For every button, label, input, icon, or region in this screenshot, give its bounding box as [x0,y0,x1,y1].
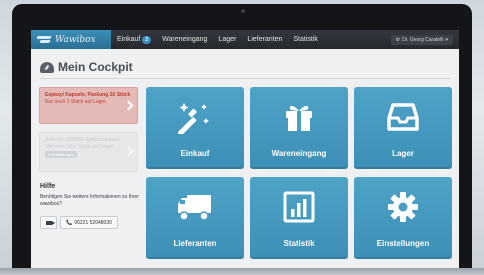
tile-einkauf[interactable]: Einkauf [146,87,244,169]
help-title: Hilfe [40,183,56,190]
caret-down-icon: ▾ [445,36,448,43]
gear-icon [388,192,418,222]
alert-text-value: Nur noch 10er Stück auf Lager. [45,144,115,150]
video-call-button[interactable] [40,216,57,229]
nav-item-wareneingang[interactable]: Wareneingang [162,36,207,43]
tile-wareneingang[interactable]: Wareneingang [250,87,348,169]
tile-label: Wareneingang [271,149,327,158]
gear-icon: ⚙ [395,36,401,43]
dashboard-gauge-icon [40,61,54,73]
camera [241,9,245,13]
nav-item-statistik[interactable]: Statistik [293,36,318,43]
stock-alert-card-faded[interactable]: Artikelnr. 1/00000 Spritzenspitzen Nur n… [39,132,138,172]
tile-statistik[interactable]: Statistik [250,177,348,259]
page-title: Mein Cockpit [58,60,133,74]
inbox-tray-icon [387,103,419,131]
nav-item-lieferanten[interactable]: Lieferanten [247,36,282,43]
divider [40,78,451,79]
nav-item-einkauf[interactable]: Einkauf 2 [117,35,152,44]
user-menu-button[interactable]: ⚙ Dr. Georg Caratelli ▾ [390,34,453,45]
magic-wand-icon [178,103,209,134]
tile-lager[interactable]: Lager [354,87,452,169]
tile-label: Lager [392,149,414,158]
page-header: Mein Cockpit [40,60,133,74]
brand-name: Wawibox [55,34,96,45]
top-nav: Wawibox Einkauf 2 Wareneingang Lager Lie… [31,30,459,49]
desk-surface [0,268,484,275]
user-name: Dr. Georg Caratelli [402,36,444,43]
bar-chart-icon [283,191,315,223]
phone-button[interactable]: 📞 06221 52048030 [60,216,118,229]
tile-einstellungen[interactable]: Einstellungen [354,177,452,259]
orders-tag: 4 Bestellungen [45,151,78,158]
help-actions: 📞 06221 52048030 [40,216,118,229]
brand-logo[interactable]: Wawibox [31,30,111,49]
tile-label: Einstellungen [376,239,430,248]
help-text: Benötigen Sie weitere Informationen zu I… [40,194,139,207]
phone-number: 06221 52048030 [74,219,112,226]
truck-icon [178,195,211,221]
alert-text: Nur noch 1 Stück auf Lager. [45,99,107,105]
tile-label: Lieferanten [173,239,217,248]
phone-icon: 📞 [66,219,73,226]
alert-title: Artikelnr. 1/00000 Spritzenspitzen [45,137,120,143]
gift-icon [286,105,312,131]
nav-item-label: Einkauf [117,36,141,43]
app-screen: Wawibox Einkauf 2 Wareneingang Lager Lie… [31,30,459,275]
video-camera-icon [45,220,55,225]
tile-label: Einkauf [180,149,210,158]
alert-text: Nur noch 10er Stück auf Lager. 4 Bestell… [45,144,132,159]
logo-icon [37,35,51,44]
alert-title: Espasyl Kapseln, Packung 20 Stück [45,92,131,98]
nav-badge: 2 [142,35,152,44]
nav-item-lager[interactable]: Lager [218,36,236,43]
tile-lieferanten[interactable]: Lieferanten [146,177,244,259]
main-nav: Einkauf 2 Wareneingang Lager Lieferanten… [117,35,318,44]
tile-label: Statistik [283,239,315,248]
stock-alert-card[interactable]: Espasyl Kapseln, Packung 20 Stück Nur no… [39,87,138,124]
